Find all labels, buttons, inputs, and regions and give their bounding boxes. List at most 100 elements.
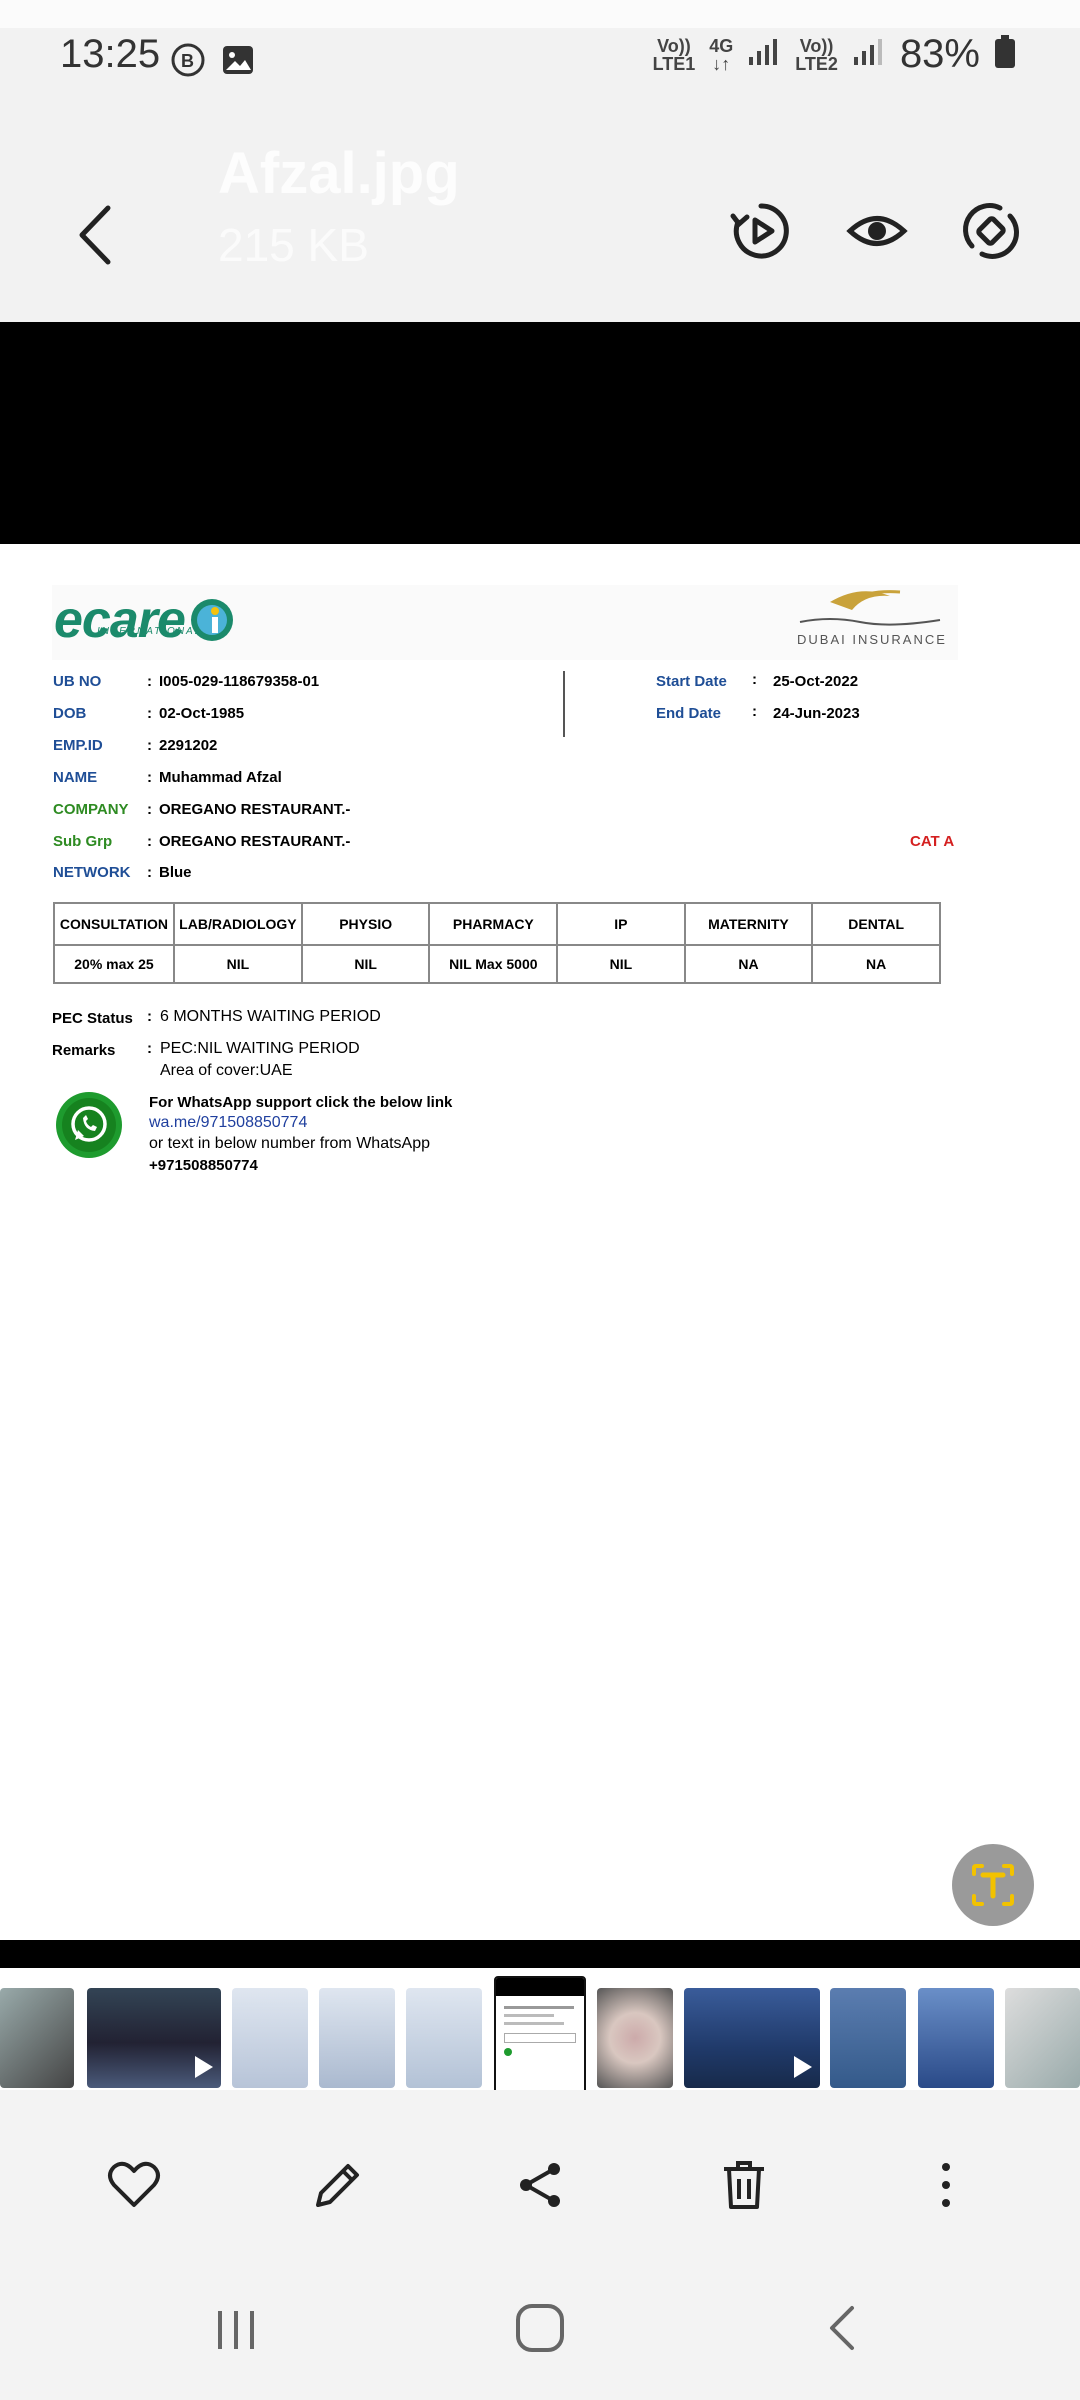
- thumbnail[interactable]: [0, 1988, 74, 2088]
- video-thumbnail[interactable]: [684, 1988, 820, 2088]
- ub-no-value: I005-029-118679358-01: [159, 673, 320, 690]
- trash-icon: [724, 2161, 764, 2209]
- remarks-line-1: PEC:NIL WAITING PERIOD: [160, 1040, 360, 1057]
- thumbnail[interactable]: [597, 1988, 673, 2088]
- delete-button[interactable]: [714, 2155, 774, 2215]
- share-button[interactable]: [510, 2155, 570, 2215]
- table-cell: NIL: [556, 944, 686, 984]
- extract-text-button[interactable]: [952, 1844, 1034, 1926]
- colon: :: [147, 801, 152, 818]
- table-cell: NA: [683, 944, 814, 984]
- video-thumbnail[interactable]: [87, 1988, 221, 2088]
- table-header-cell: PHYSIO: [300, 902, 431, 946]
- colon: :: [147, 769, 152, 786]
- chevron-left-icon: [79, 205, 111, 265]
- top-strip: [0, 0, 1080, 28]
- sim1-indicator: Vo)) LTE1: [652, 35, 696, 74]
- selected-thumbnail[interactable]: [494, 1976, 586, 2096]
- network-type: 4G ↓↑: [709, 35, 734, 74]
- status-right: Vo)) LTE1 4G ↓↑ Vo)) LTE2 83%: [653, 32, 1016, 77]
- rotate-button[interactable]: [960, 200, 1022, 262]
- emp-id-value: 2291202: [159, 737, 218, 754]
- table-header-cell: CONSULTATION: [53, 902, 175, 946]
- thumbnail[interactable]: [406, 1988, 482, 2088]
- b-badge-icon: B: [170, 42, 206, 83]
- whatsapp-icon: [54, 1090, 124, 1160]
- table-row: 20% max 25 NIL NIL NIL Max 5000 NIL NA N…: [53, 944, 941, 984]
- rotate-icon: [963, 203, 1019, 259]
- thumbnail[interactable]: [830, 1988, 906, 2088]
- eye-icon: [846, 216, 908, 246]
- colon: :: [147, 1008, 152, 1025]
- colon: :: [147, 833, 152, 850]
- company-value: OREGANO RESTAURANT.-: [159, 801, 351, 818]
- name-label: NAME: [53, 769, 98, 786]
- home-icon: [516, 2304, 564, 2352]
- benefits-table: CONSULTATION LAB/RADIOLOGY PHYSIO PHARMA…: [53, 902, 941, 984]
- sub-grp-value: OREGANO RESTAURANT.-: [159, 833, 351, 850]
- image-icon: [220, 42, 256, 83]
- whatsapp-link[interactable]: wa.me/971508850774: [149, 1114, 307, 1132]
- category-badge: CAT A: [910, 833, 955, 850]
- play-icon: [794, 2056, 812, 2078]
- more-icon: [942, 2163, 950, 2207]
- colon: :: [147, 1040, 152, 1057]
- ecare-logo: ecare: [54, 590, 235, 650]
- colon: :: [147, 864, 152, 881]
- svg-text:B: B: [181, 51, 194, 71]
- pec-status-value: 6 MONTHS WAITING PERIOD: [160, 1008, 381, 1025]
- back-button[interactable]: [68, 200, 122, 270]
- signal-icon: [747, 37, 781, 72]
- thumbnail[interactable]: [1005, 1988, 1080, 2088]
- table-header-row: CONSULTATION LAB/RADIOLOGY PHYSIO PHARMA…: [53, 902, 941, 946]
- play-icon: [195, 2056, 213, 2078]
- nav-back-button[interactable]: [822, 2300, 862, 2361]
- more-options-button[interactable]: [916, 2155, 976, 2215]
- file-size: 215 KB: [218, 219, 369, 271]
- thumbnail-strip[interactable]: [0, 1968, 1080, 2103]
- signal-icon: [852, 37, 886, 72]
- colon: :: [147, 737, 152, 754]
- ub-no-label: UB NO: [53, 673, 102, 690]
- remarks-line-2: Area of cover:UAE: [160, 1062, 293, 1079]
- view-button[interactable]: [846, 200, 908, 262]
- table-cell: NIL Max 5000: [428, 944, 559, 984]
- table-header-cell: PHARMACY: [428, 902, 559, 946]
- table-header-cell: LAB/RADIOLOGY: [172, 902, 303, 946]
- edit-button[interactable]: [308, 2155, 368, 2215]
- motion-play-button[interactable]: [730, 200, 792, 262]
- thumbnail[interactable]: [232, 1988, 308, 2088]
- heart-icon: [108, 2161, 160, 2207]
- colon: :: [147, 705, 152, 722]
- colon: :: [752, 703, 757, 720]
- table-cell: 20% max 25: [53, 944, 175, 984]
- colon: :: [752, 671, 757, 688]
- recent-apps-button[interactable]: [212, 2305, 262, 2360]
- table-header-cell: MATERNITY: [683, 902, 814, 946]
- image-letterbox-bottom: [0, 1940, 1080, 1968]
- battery-icon: [994, 35, 1016, 74]
- image-letterbox-top: [0, 322, 1080, 544]
- home-button[interactable]: [514, 2300, 566, 2361]
- start-date-label: Start Date: [656, 673, 727, 690]
- favorite-button[interactable]: [104, 2155, 164, 2215]
- field-divider: [563, 671, 565, 737]
- whatsapp-number: +971508850774: [149, 1157, 258, 1174]
- battery-percent: 83%: [899, 32, 980, 76]
- sub-grp-label: Sub Grp: [53, 833, 113, 850]
- table-cell: NIL: [172, 944, 303, 984]
- share-icon: [520, 2163, 560, 2207]
- thumbnail[interactable]: [319, 1988, 395, 2088]
- network-value: Blue: [159, 864, 192, 881]
- dubai-insurance-text: DUBAI INSURANCE: [797, 632, 947, 647]
- company-label: COMPANY: [53, 801, 129, 818]
- table-cell: NA: [811, 944, 941, 984]
- dob-label: DOB: [53, 705, 87, 722]
- end-date-label: End Date: [656, 705, 722, 722]
- back-icon: [830, 2306, 854, 2350]
- thumbnail[interactable]: [918, 1988, 994, 2088]
- colon: :: [147, 673, 152, 690]
- table-header-cell: DENTAL: [811, 902, 941, 946]
- name-value: Muhammad Afzal: [159, 769, 282, 786]
- table-header-cell: IP: [556, 902, 686, 946]
